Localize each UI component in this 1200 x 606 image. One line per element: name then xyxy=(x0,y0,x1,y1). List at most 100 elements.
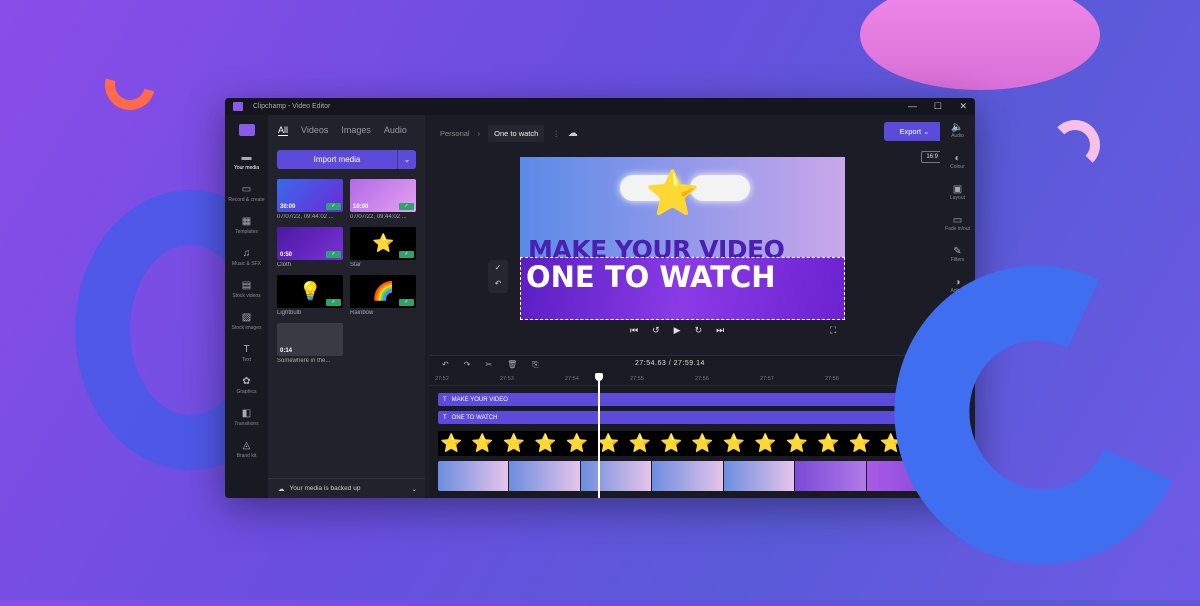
video-track[interactable] xyxy=(438,461,938,491)
media-item[interactable]: 0:14 xyxy=(277,323,343,356)
rewind-5s-icon[interactable]: ↺ xyxy=(652,325,660,336)
timeline: ↶ ↷ ✂ 🗑 ⎘ 27:54.63 / 27:59.14 + − 27:52 27:53 2… xyxy=(430,355,940,498)
forward-5s-icon[interactable]: ↻ xyxy=(695,325,703,336)
stock-videos-icon: ▤ xyxy=(241,279,252,291)
media-item[interactable]: 🌈 ✓ xyxy=(350,275,416,308)
sidebar-item-transitions[interactable]: ◧ Transitions xyxy=(225,401,268,433)
backup-status[interactable]: ☁ Your media is backed up ⌄ xyxy=(268,478,425,498)
sidebar-item-text[interactable]: T Text xyxy=(225,337,268,369)
media-caption: Rainbow xyxy=(350,310,374,316)
media-duration: 0:50 xyxy=(280,252,293,258)
property-colour[interactable]: ◐ Colour xyxy=(940,146,975,177)
close-button[interactable]: ✕ xyxy=(959,101,967,112)
sidebar-item-label: Transitions xyxy=(234,420,259,427)
timecode: 27:54.63 / 27:59.14 xyxy=(635,360,705,367)
sidebar-item-label: Music & SFX xyxy=(232,260,261,267)
stock-images-icon: ▨ xyxy=(241,311,252,323)
tab-audio[interactable]: Audio xyxy=(384,125,407,136)
floating-toolbar: ✓ ↶ xyxy=(488,260,508,293)
sidebar-item-record-create[interactable]: ▭ Record & create xyxy=(225,177,268,209)
playback-controls: ⏮ ↺ ▶ ↻ ⏭ xyxy=(630,325,724,336)
breadcrumb-personal[interactable]: Personal xyxy=(440,129,470,138)
media-item[interactable]: 💡 ✓ xyxy=(277,275,343,308)
check-icon: ✓ xyxy=(326,203,341,210)
chevron-down-icon: ⌄ xyxy=(411,485,417,493)
import-media-button[interactable]: Import media ⌄ xyxy=(277,150,416,169)
media-item[interactable]: 0:50 ✓ xyxy=(277,227,343,260)
star-sticker-frame: ⭐ xyxy=(597,433,620,453)
media-duration: 10:00 xyxy=(353,204,369,210)
audio-icon: 🔈 xyxy=(951,122,964,133)
confirm-icon[interactable]: ✓ xyxy=(488,260,508,276)
text-icon: T xyxy=(243,343,250,355)
property-layout[interactable]: ▣ Layout xyxy=(940,177,975,208)
text-track-one-to-watch[interactable]: T ONE TO WATCH xyxy=(438,411,938,424)
check-icon: ✓ xyxy=(399,203,414,210)
property-label: Layout xyxy=(949,195,965,201)
sidebar-item-stock-images[interactable]: ▨ Stock images xyxy=(225,305,268,337)
sidebar-item-templates[interactable]: ▦ Templates xyxy=(225,209,268,241)
property-filters[interactable]: ✎ Filters xyxy=(940,239,975,270)
property-fade-in-out[interactable]: ▭ Fade in/out xyxy=(940,208,975,239)
editor-main: Personal › One to watch ⋮ ☁ Export ⌄ 16:… xyxy=(430,115,945,498)
tick-label: 27:53 xyxy=(500,376,514,382)
sidebar-item-music-sfx[interactable]: ♫ Music & SFX xyxy=(225,241,268,273)
media-caption: Lightbulb xyxy=(277,310,302,316)
more-icon[interactable]: ⋮ xyxy=(552,129,560,138)
sidebar-item-your-media[interactable]: ▬ Your media xyxy=(225,145,268,177)
media-item[interactable]: 10:00 ✓ xyxy=(350,179,416,212)
sidebar-item-brand-kit[interactable]: ◬ Brand kit xyxy=(225,433,268,465)
sticker-track[interactable]: ⭐ ⭐ ⭐ ⭐ ⭐ ⭐ ⭐ ⭐ ⭐ ⭐ ⭐ ⭐ ⭐ ⭐ ⭐ xyxy=(438,431,938,456)
delete-button[interactable]: 🗑 xyxy=(507,360,517,369)
sidebar-item-graphics[interactable]: ✿ Graphics xyxy=(225,369,268,401)
star-sticker-frame: ⭐ xyxy=(848,433,871,453)
tab-videos[interactable]: Videos xyxy=(301,125,328,136)
breadcrumb: Personal › One to watch ⋮ ☁ xyxy=(440,125,578,142)
breadcrumb-separator: › xyxy=(477,129,481,138)
your-media-icon: ▬ xyxy=(241,151,252,163)
thumbnail-image: ⭐ xyxy=(372,233,395,253)
skip-back-icon[interactable]: ⏮ xyxy=(630,325,638,336)
duplicate-button[interactable]: ⎘ xyxy=(532,360,538,370)
star-sticker-frame: ⭐ xyxy=(722,433,746,453)
undo-button[interactable]: ↶ xyxy=(442,360,449,369)
star-sticker-frame: ⭐ xyxy=(534,433,557,453)
play-icon[interactable]: ▶ xyxy=(674,325,681,336)
redo-button[interactable]: ↷ xyxy=(464,360,471,369)
title-bar: Clipchamp - Video Editor — ☐ ✕ xyxy=(225,98,975,115)
media-item[interactable]: 30:00 ✓ xyxy=(277,179,343,212)
text-track-make-your-video[interactable]: T MAKE YOUR VIDEO xyxy=(438,393,938,406)
selection-box[interactable] xyxy=(520,257,845,320)
backup-label: Your media is backed up xyxy=(289,485,361,492)
track-label: MAKE YOUR VIDEO xyxy=(451,396,508,403)
tab-all[interactable]: All xyxy=(278,125,289,136)
playhead[interactable] xyxy=(595,373,603,498)
check-icon: ✓ xyxy=(399,251,414,258)
export-button[interactable]: Export ⌄ xyxy=(884,122,945,141)
sidebar-item-stock-videos[interactable]: ▤ Stock videos xyxy=(225,273,268,305)
maximize-button[interactable]: ☐ xyxy=(934,101,942,112)
undo-icon[interactable]: ↶ xyxy=(488,276,508,292)
graphics-icon: ✿ xyxy=(242,375,251,387)
import-dropdown-button[interactable]: ⌄ xyxy=(397,150,416,169)
tab-images[interactable]: Images xyxy=(341,125,371,136)
fade-in-out-icon: ▭ xyxy=(952,215,963,226)
total-time: 27:59.14 xyxy=(673,360,705,367)
fullscreen-icon[interactable]: ⛶ xyxy=(830,325,836,336)
cloud-sync-icon[interactable]: ☁ xyxy=(568,128,578,139)
sidebar-item-label: Graphics xyxy=(236,388,257,395)
time-ruler[interactable]: 27:52 27:53 27:54 27:55 27:56 27:57 27:58 xyxy=(430,373,940,386)
tick-label: 27:57 xyxy=(760,376,774,382)
tick-label: 27:55 xyxy=(630,376,644,382)
project-name-input[interactable]: One to watch xyxy=(488,125,545,142)
minimize-button[interactable]: — xyxy=(908,101,917,111)
skip-forward-icon[interactable]: ⏭ xyxy=(716,325,724,336)
tick-label: 27:52 xyxy=(435,376,449,382)
property-audio[interactable]: 🔈 Audio xyxy=(940,115,975,146)
left-rail: ▬ Your media ▭ Record & create ▦ Templates ♫ Mu… xyxy=(225,115,268,498)
tick-label: 27:58 xyxy=(825,376,839,382)
media-panel: All Videos Images Audio Import media ⌄ 30:00… xyxy=(268,115,425,498)
star-sticker: ⭐ xyxy=(645,169,700,218)
split-button[interactable]: ✂ xyxy=(485,360,492,369)
media-item[interactable]: ⭐ ✓ xyxy=(350,227,416,260)
